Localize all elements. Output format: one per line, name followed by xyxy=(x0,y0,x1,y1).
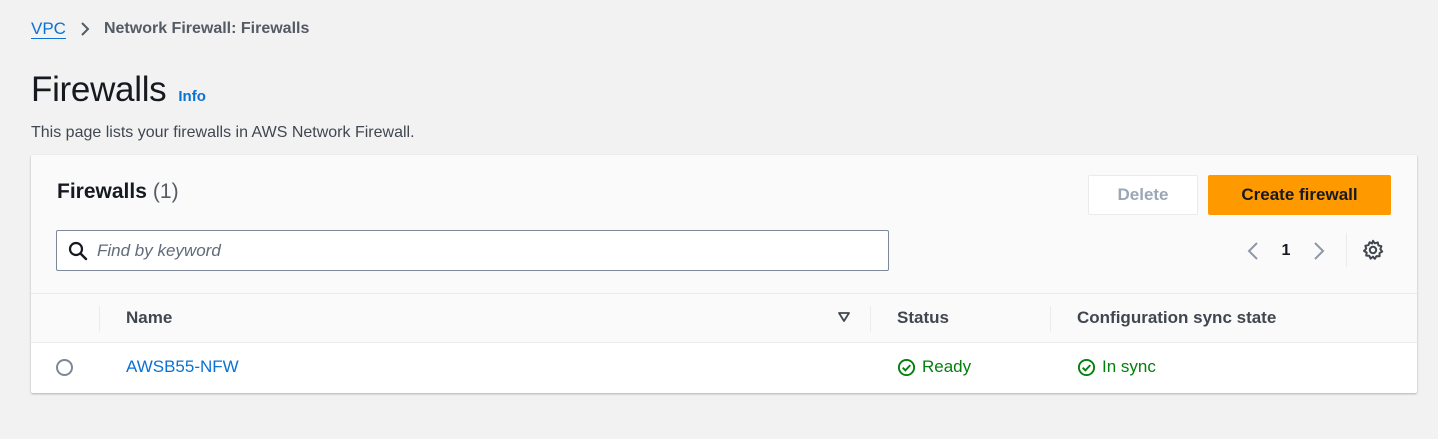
status-text: Ready xyxy=(922,357,972,376)
chevron-right-icon[interactable] xyxy=(1307,241,1331,261)
search-icon xyxy=(68,241,88,261)
column-header-name[interactable]: Name xyxy=(126,294,172,342)
column-header-sync-state[interactable]: Configuration sync state xyxy=(1077,294,1276,342)
chevron-left-icon[interactable] xyxy=(1241,241,1265,261)
table-row[interactable]: AWSB55-NFW Ready In sync xyxy=(31,343,1417,391)
column-divider xyxy=(99,306,100,332)
chevron-right-icon xyxy=(80,21,90,37)
table-header-row: Name Status Configuration sync state xyxy=(31,293,1417,343)
row-select-radio[interactable] xyxy=(56,359,73,376)
page-number[interactable]: 1 xyxy=(1265,242,1307,260)
table-title: Firewalls (1) xyxy=(57,180,179,204)
column-divider xyxy=(870,306,871,332)
page: VPC Network Firewall: Firewalls Firewall… xyxy=(0,0,1438,439)
pagination-divider xyxy=(1346,233,1347,267)
table-count: (1) xyxy=(152,180,179,203)
sync-check-icon xyxy=(1077,358,1096,376)
info-link[interactable]: Info xyxy=(178,88,206,105)
search-field[interactable] xyxy=(56,230,889,271)
sync-state-cell: In sync xyxy=(1077,343,1156,391)
sort-triangle-icon[interactable] xyxy=(837,310,851,324)
column-header-status[interactable]: Status xyxy=(897,294,949,342)
page-header: Firewalls Info xyxy=(31,70,206,110)
column-divider xyxy=(1050,306,1051,332)
breadcrumb-current: Network Firewall: Firewalls xyxy=(103,20,310,37)
page-title: Firewalls xyxy=(31,70,167,109)
pagination: 1 xyxy=(1241,237,1331,265)
breadcrumb: VPC Network Firewall: Firewalls xyxy=(31,17,309,41)
search-input[interactable] xyxy=(97,240,857,261)
settings-gear-icon[interactable] xyxy=(1362,239,1384,261)
table-title-text: Firewalls xyxy=(57,180,147,203)
status-check-icon xyxy=(897,358,916,376)
page-description: This page lists your firewalls in AWS Ne… xyxy=(31,124,415,141)
sync-state-text: In sync xyxy=(1102,357,1156,376)
create-firewall-button[interactable]: Create firewall xyxy=(1208,175,1391,215)
firewall-name-link[interactable]: AWSB55-NFW xyxy=(126,357,239,377)
breadcrumb-vpc-link[interactable]: VPC xyxy=(31,19,66,39)
delete-button[interactable]: Delete xyxy=(1088,175,1198,215)
firewalls-table-container: Firewalls (1) Delete Create firewall 1 xyxy=(31,155,1417,393)
status-cell: Ready xyxy=(897,343,971,391)
